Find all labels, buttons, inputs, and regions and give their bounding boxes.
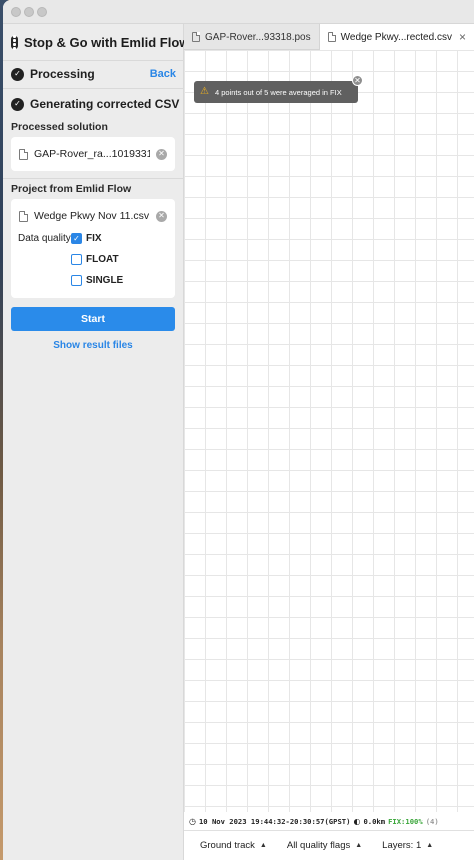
status-bar: ◷ 10 Nov 2023 19:44:32-20:30:57(GPST) ◐ … [184, 812, 474, 830]
float-option-label: FLOAT [86, 254, 119, 265]
caret-up-icon: ▲ [355, 842, 363, 849]
close-window-button[interactable] [11, 7, 21, 17]
ground-track-dropdown[interactable]: Ground track ▲ [200, 840, 267, 851]
fix-percentage: FIX:100% [388, 816, 423, 826]
quality-flags-dropdown[interactable]: All quality flags ▲ [287, 840, 362, 851]
project-file-row[interactable]: Wedge Pkwy Nov 11.csv ✕ [11, 199, 175, 233]
tab-label: Wedge Pkwy...rected.csv [340, 31, 452, 43]
tab-bar: GAP-Rover...93318.pos Wedge Pkwy...recte… [184, 24, 474, 50]
fix-checkbox-row[interactable]: ✓ FIX [71, 233, 102, 244]
processed-solution-label: Processed solution [11, 121, 108, 133]
show-result-files-link[interactable]: Show result files [11, 340, 175, 351]
step-label: Processing [30, 67, 95, 81]
zoom-window-button[interactable] [37, 7, 47, 17]
warning-icon: ⚠ [200, 86, 209, 97]
file-icon [327, 32, 336, 42]
file-icon [19, 148, 28, 160]
check-circle-icon: ✓ [11, 67, 24, 81]
data-quality-label: Data quality [18, 233, 71, 244]
processed-file-name: GAP-Rover_ra...10193318.pos [34, 148, 150, 160]
step-generating-csv: ✓ Generating corrected CSV [11, 97, 179, 111]
file-icon [19, 210, 28, 222]
single-option-label: SINGLE [86, 275, 124, 286]
project-card: Wedge Pkwy Nov 11.csv ✕ Data quality ✓ F… [11, 199, 175, 298]
tab-pos-file[interactable]: GAP-Rover...93318.pos [184, 24, 320, 50]
main-area: GAP-Rover...93318.pos Wedge Pkwy...recte… [184, 24, 474, 860]
processed-file-row[interactable]: GAP-Rover_ra...10193318.pos ✕ [11, 137, 175, 171]
distance-icon: ◐ [353, 816, 361, 826]
back-link[interactable]: Back [150, 68, 176, 80]
app-grid-icon [11, 34, 18, 50]
project-from-flow-label: Project from Emlid Flow [11, 183, 132, 195]
step-processing: ✓ Processing [11, 67, 95, 81]
tab-csv-file[interactable]: Wedge Pkwy...rected.csv × [319, 24, 474, 50]
close-tab-icon[interactable]: × [459, 30, 466, 44]
divider [3, 60, 184, 61]
close-toast-icon[interactable]: ✕ [352, 75, 363, 86]
project-file-name: Wedge Pkwy Nov 11.csv [34, 210, 150, 222]
layers-dropdown[interactable]: Layers: 1 ▲ [382, 840, 433, 851]
minimize-window-button[interactable] [24, 7, 34, 17]
clear-file-icon[interactable]: ✕ [156, 210, 167, 222]
app-window: Stop & Go with Emlid Flow ⌄ ✓ Processing… [3, 0, 474, 860]
clock-icon: ◷ [189, 816, 196, 826]
fix-count: (4) [425, 816, 439, 826]
distance-value: 0.0km [363, 816, 386, 826]
title-bar [3, 0, 474, 24]
project-selector[interactable]: Stop & Go with Emlid Flow ⌄ [11, 30, 206, 54]
divider [3, 88, 184, 89]
map-canvas[interactable]: ⚠ 4 points out of 5 were averaged in FIX… [184, 50, 474, 812]
check-circle-icon: ✓ [11, 97, 24, 111]
start-button[interactable]: Start [11, 307, 175, 331]
step-label: Generating corrected CSV [30, 97, 180, 111]
quality-flags-label: All quality flags [286, 840, 351, 851]
project-title: Stop & Go with Emlid Flow [24, 34, 190, 50]
fix-option-label: FIX [86, 233, 102, 244]
toast-message: 4 points out of 5 were averaged in FIX [214, 87, 342, 97]
layers-label: Layers: 1 [382, 840, 422, 851]
notification-toast: ⚠ 4 points out of 5 were averaged in FIX… [194, 75, 363, 103]
tab-label: GAP-Rover...93318.pos [205, 31, 311, 43]
sidebar: Stop & Go with Emlid Flow ⌄ ✓ Processing… [3, 24, 206, 860]
ground-track-label: Ground track [200, 840, 255, 851]
checkbox-checked-icon[interactable]: ✓ [71, 233, 82, 244]
processed-solution-card: GAP-Rover_ra...10193318.pos ✕ [11, 137, 175, 171]
time-range: 10 Nov 2023 19:44:32-20:30:57(GPST) [198, 816, 351, 826]
float-checkbox-row[interactable]: FLOAT [71, 254, 119, 265]
checkbox-unchecked-icon[interactable] [71, 275, 82, 286]
caret-up-icon: ▲ [426, 842, 434, 849]
clear-file-icon[interactable]: ✕ [156, 148, 167, 160]
single-checkbox-row[interactable]: SINGLE [71, 275, 123, 286]
divider [3, 178, 184, 179]
caret-up-icon: ▲ [259, 842, 267, 849]
bottom-toolbar: Ground track ▲ All quality flags ▲ Layer… [184, 830, 474, 860]
checkbox-unchecked-icon[interactable] [71, 254, 82, 265]
file-icon [192, 32, 200, 42]
